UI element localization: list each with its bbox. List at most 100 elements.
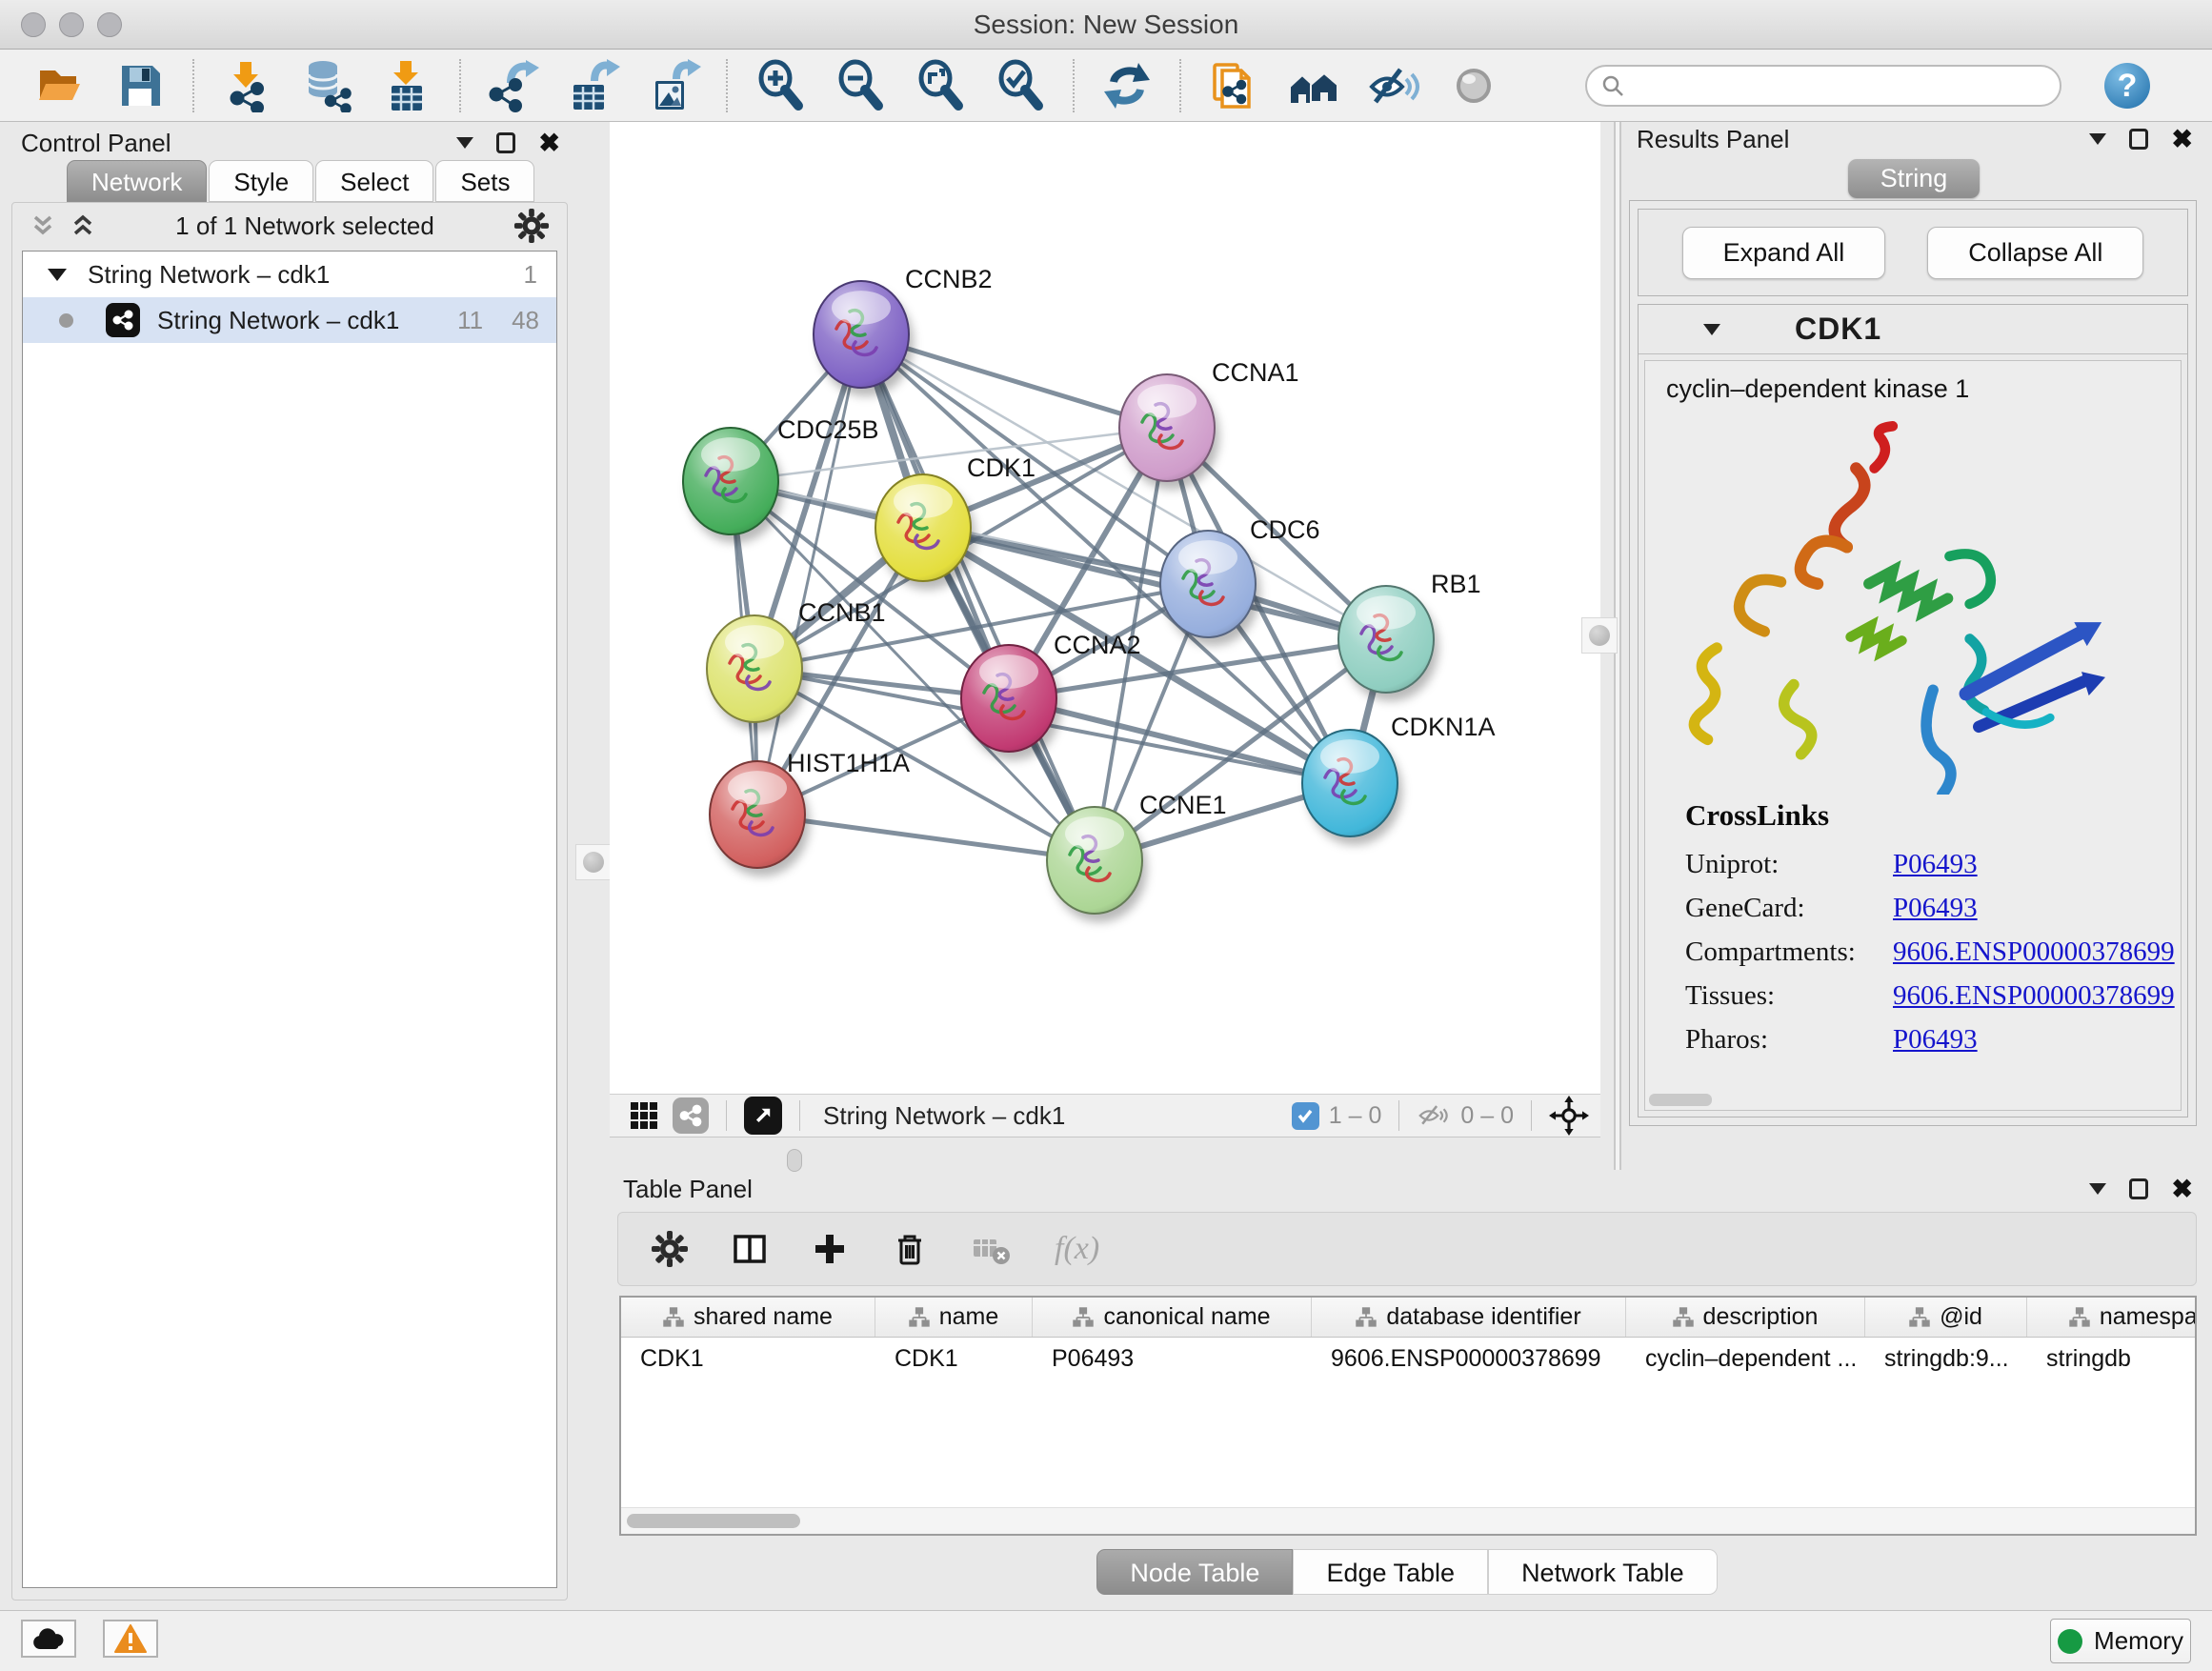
network-node-CDKN1A[interactable]	[1302, 730, 1402, 845]
crosslink-link[interactable]: 9606.ENSP00000378699	[1893, 980, 2175, 1012]
network-collection-row[interactable]: String Network – cdk1 1	[23, 252, 556, 297]
close-panel-icon[interactable]: ✖	[2171, 1179, 2193, 1198]
network-view-icon[interactable]	[673, 1097, 709, 1134]
node-label-CCNE1: CCNE1	[1139, 791, 1227, 819]
left-splitter-handle[interactable]	[575, 844, 612, 880]
gear-icon[interactable]	[513, 208, 550, 244]
network-row[interactable]: String Network – cdk1 11 48	[23, 297, 556, 343]
network-node-CDK1[interactable]	[875, 474, 975, 590]
add-column-icon[interactable]	[811, 1230, 849, 1268]
crosslink-row: Tissues:9606.ENSP00000378699	[1685, 974, 2181, 1017]
table-hscrollbar[interactable]	[621, 1507, 2195, 1534]
network-canvas[interactable]: CCNB2CCNA1CDC25BCDK1CDC6RB1CCNB1CCNA2CDK…	[610, 122, 1600, 1094]
cdk1-section-header[interactable]: CDK1	[1639, 305, 2187, 354]
memory-button[interactable]: Memory	[2050, 1619, 2191, 1663]
edge-CCNB2-CCNE1[interactable]	[861, 334, 1095, 860]
network-node-CCNB2[interactable]	[814, 281, 914, 396]
table-settings-gear-icon[interactable]	[651, 1230, 689, 1268]
network-node-CDC25B[interactable]	[683, 428, 783, 543]
export-network-icon	[486, 58, 541, 113]
crosslink-link[interactable]: P06493	[1893, 849, 1978, 880]
collapse-panel-icon[interactable]	[456, 137, 473, 149]
zoom-in-button[interactable]	[753, 58, 808, 113]
import-table-button[interactable]	[379, 58, 434, 113]
close-panel-icon[interactable]: ✖	[2171, 130, 2193, 149]
column-header-name[interactable]: name	[875, 1298, 1033, 1337]
search-input[interactable]	[1635, 71, 2046, 100]
float-panel-icon[interactable]	[496, 132, 515, 153]
zoom-selected-button[interactable]	[993, 58, 1048, 113]
network-node-CCNA1[interactable]	[1119, 374, 1219, 490]
open-session-button[interactable]	[32, 58, 88, 113]
export-table-button[interactable]	[566, 58, 621, 113]
tree-expand-icon[interactable]	[48, 269, 67, 281]
network-node-RB1[interactable]	[1338, 586, 1438, 701]
column-header-description[interactable]: description	[1626, 1298, 1865, 1337]
results-hscroll-thumb[interactable]	[1649, 1094, 1712, 1106]
collapse-panel-icon[interactable]	[2089, 1183, 2106, 1195]
grid-view-icon[interactable]	[629, 1100, 659, 1131]
table-row[interactable]: CDK1CDK1P064939606.ENSP00000378699cyclin…	[621, 1338, 2195, 1379]
column-header-namespace[interactable]: namespace	[2027, 1298, 2197, 1337]
export-image-button[interactable]	[646, 58, 701, 113]
show-columns-icon[interactable]	[731, 1230, 769, 1268]
expand-all-icon[interactable]	[70, 212, 96, 239]
refresh-layout-button[interactable]	[1099, 58, 1155, 113]
network-node-CDC6[interactable]	[1160, 531, 1260, 646]
save-session-button[interactable]	[112, 58, 168, 113]
close-window-button[interactable]	[21, 12, 46, 37]
warnings-button[interactable]	[103, 1620, 158, 1658]
tab-select[interactable]: Select	[315, 160, 433, 202]
cloud-status-button[interactable]	[21, 1620, 76, 1658]
show-graphics-button[interactable]	[1446, 58, 1501, 113]
crosslink-link[interactable]: 9606.ENSP00000378699	[1893, 936, 2175, 968]
tab-node-table[interactable]: Node Table	[1096, 1549, 1293, 1595]
help-button[interactable]: ?	[2101, 60, 2153, 111]
section-collapse-icon[interactable]	[1703, 324, 1720, 335]
tab-network-table[interactable]: Network Table	[1488, 1549, 1718, 1595]
home-networks-button[interactable]	[1286, 58, 1341, 113]
column-header--id[interactable]: @id	[1865, 1298, 2027, 1337]
zoom-out-button[interactable]	[833, 58, 888, 113]
toolbar-search-field[interactable]	[1585, 65, 2061, 107]
network-node-CCNA2[interactable]	[961, 645, 1061, 760]
tab-style[interactable]: Style	[209, 160, 313, 202]
network-node-CCNE1[interactable]	[1047, 807, 1147, 922]
tab-network[interactable]: Network	[67, 160, 207, 202]
network-graph[interactable]: CCNB2CCNA1CDC25BCDK1CDC6RB1CCNB1CCNA2CDK…	[610, 122, 1600, 1094]
crosslink-link[interactable]: P06493	[1893, 893, 1978, 924]
tab-edge-table[interactable]: Edge Table	[1293, 1549, 1488, 1595]
float-panel-icon[interactable]	[2129, 1178, 2148, 1199]
export-network-button[interactable]	[486, 58, 541, 113]
network-node-HIST1H1A[interactable]	[710, 761, 810, 876]
edge-CCNB2-HIST1H1A[interactable]	[757, 334, 861, 815]
minimize-window-button[interactable]	[59, 12, 84, 37]
expand-all-button[interactable]: Expand All	[1682, 227, 1886, 279]
right-splitter-handle[interactable]	[1581, 617, 1618, 654]
pan-crosshair-icon[interactable]	[1549, 1096, 1589, 1136]
delete-column-icon[interactable]	[891, 1230, 929, 1268]
horizontal-splitter-handle[interactable]	[787, 1149, 802, 1172]
column-header-canonical-name[interactable]: canonical name	[1033, 1298, 1312, 1337]
collapse-all-icon[interactable]	[30, 212, 56, 239]
column-header-database-identifier[interactable]: database identifier	[1312, 1298, 1626, 1337]
collapse-all-button[interactable]: Collapse All	[1927, 227, 2143, 279]
tab-string[interactable]: String	[1848, 159, 1981, 198]
close-panel-icon[interactable]: ✖	[538, 133, 560, 152]
hide-panel-button[interactable]	[1366, 58, 1421, 113]
crosslink-row: Pharos:P06493	[1685, 1017, 2181, 1061]
zoom-window-button[interactable]	[97, 12, 122, 37]
cdk1-details: cyclin–dependent kinase 1	[1644, 360, 2182, 1111]
crosslink-link[interactable]: P06493	[1893, 1024, 1978, 1056]
hscroll-thumb[interactable]	[627, 1514, 800, 1528]
tab-sets[interactable]: Sets	[435, 160, 534, 202]
column-header-shared-name[interactable]: shared name	[621, 1298, 875, 1337]
zoom-fit-button[interactable]	[913, 58, 968, 113]
selected-nodes-checkbox[interactable]	[1292, 1102, 1319, 1130]
float-panel-icon[interactable]	[2129, 129, 2148, 150]
string-app-button[interactable]	[1206, 58, 1261, 113]
import-network-database-button[interactable]	[299, 58, 354, 113]
import-network-file-button[interactable]	[219, 58, 274, 113]
collapse-panel-icon[interactable]	[2089, 133, 2106, 145]
detach-view-button[interactable]	[744, 1097, 782, 1135]
